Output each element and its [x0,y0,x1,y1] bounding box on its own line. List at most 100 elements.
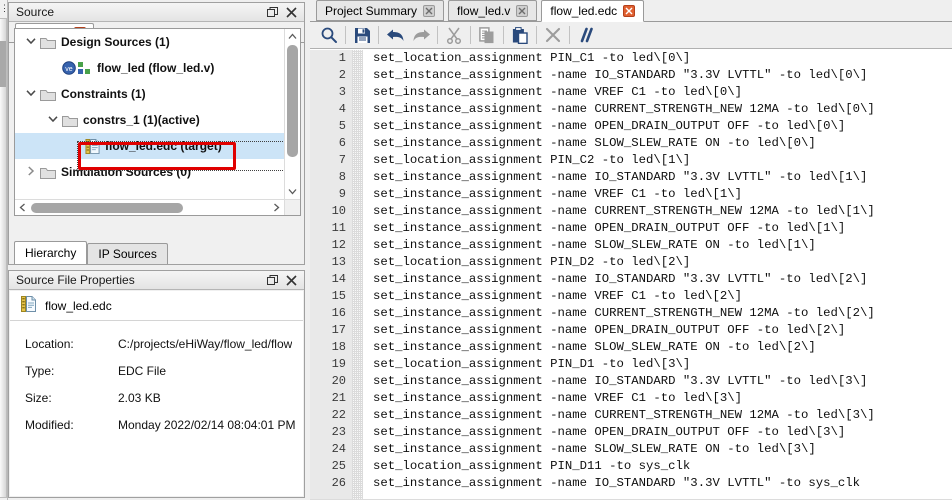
code-text: set_location_assignment PIN_D1 -to led\[… [373,357,691,371]
code-line[interactable]: 23 set_instance_assignment -name OPEN_DRA… [310,424,952,441]
code-line[interactable]: 26 set_instance_assignment -name IO_STAND… [310,475,952,492]
find-icon[interactable] [316,23,342,47]
code-text: set_instance_assignment -name OPEN_DRAIN… [373,323,846,337]
close-icon[interactable] [286,6,297,18]
code-line[interactable]: 6 set_instance_assignment -name SLOW_SLEW… [310,135,952,152]
line-number: 20 [331,374,346,388]
paste-icon[interactable] [507,23,533,47]
tree-item-flow_lededc[interactable]: flow_led.edc (target) [15,133,284,159]
tree-item-flow_led[interactable]: ve flow_led (flow_led.v) [15,55,284,81]
code-line[interactable]: 12 set_instance_assignment -name SLOW_SLE… [310,237,952,254]
copy-icon [474,23,500,47]
sources-panel: Source Sources [8,2,305,265]
line-number: 17 [331,323,346,337]
code-text: set_instance_assignment -name IO_STANDAR… [373,272,868,286]
code-line[interactable]: 11 set_instance_assignment -name OPEN_DRA… [310,220,952,237]
folder-icon [39,36,57,49]
left-scrollbar-thumb[interactable] [0,41,6,87]
property-value[interactable]: Monday 2022/02/14 08:04:01 PM [118,418,295,432]
line-number: 13 [331,255,346,269]
code-line[interactable]: 10 set_instance_assignment -name CURRENT_… [310,203,952,220]
tab-ip-sources[interactable]: IP Sources [87,243,168,264]
float-icon[interactable] [267,274,278,286]
property-key: Type: [25,363,55,378]
properties-file-header: flow_led.edc [10,291,303,321]
editor-tab-flow-led-v[interactable]: flow_led.v [448,0,538,21]
undo-icon[interactable] [382,23,408,47]
code-line[interactable]: 7 set_location_assignment PIN_C2 -to led\… [310,152,952,169]
sources-tree[interactable]: Design Sources (1) ve flow_led (flow_led.v… [14,28,301,216]
editor-tab-close-icon[interactable] [423,4,436,17]
editor-tab-project-summary[interactable]: Project Summary [316,0,445,21]
property-row: Type: EDC File [10,357,303,384]
code-text: set_instance_assignment -name CURRENT_ST… [373,408,875,422]
code-line[interactable]: 2 set_instance_assignment -name IO_STANDA… [310,67,952,84]
editor-tab-close-icon[interactable] [516,4,529,17]
code-line[interactable]: 20 set_instance_assignment -name IO_STAND… [310,373,952,390]
code-text: set_instance_assignment -name SLOW_SLEW_… [373,238,816,252]
properties-body: flow_led.edc Location: C:/projects/eHiWay… [10,291,303,496]
code-text: set_instance_assignment -name VREF C1 -t… [373,187,742,201]
property-value[interactable]: C:/projects/eHiWay/flow_led/flow [118,337,292,351]
code-line[interactable]: 3 set_instance_assignment -name VREF C1 -… [310,84,952,101]
save-icon[interactable] [349,23,375,47]
code-line[interactable]: 16 set_instance_assignment -name CURRENT_… [310,305,952,322]
tab-hierarchy[interactable]: Hierarchy [14,241,88,264]
code-line[interactable]: 19 set_location_assignment PIN_D1 -to led… [310,356,952,373]
scroll-right-icon[interactable] [269,200,284,215]
chevron-right-icon[interactable] [23,165,39,179]
comment-icon[interactable] [573,23,599,47]
code-line[interactable]: 17 set_instance_assignment -name OPEN_DRA… [310,322,952,339]
code-line[interactable]: 1 set_location_assignment PIN_C1 -to led\… [310,50,952,67]
tree-item-constrs_1[interactable]: constrs_1 (1)(active) [15,107,284,133]
chevron-down-icon[interactable] [23,89,39,100]
tree-item-constraints[interactable]: Constraints (1) [15,81,284,107]
left-scrollbar[interactable] [0,18,7,498]
scroll-up-icon[interactable] [285,29,300,44]
folder-icon [61,114,79,127]
toolbar-separator [503,26,504,44]
editor-tab-flow-led-edc[interactable]: flow_led.edc [541,0,645,22]
chevron-down-icon[interactable] [23,37,39,48]
code-line[interactable]: 15 set_instance_assignment -name VREF C1 … [310,288,952,305]
property-value[interactable]: EDC File [118,364,166,378]
tree-item-simulation[interactable]: Simulation Sources (0) [15,159,284,185]
code-line[interactable]: 13 set_location_assignment PIN_D2 -to led… [310,254,952,271]
tab-label: IP Sources [98,247,157,261]
toolbar-separator [470,26,471,44]
property-value[interactable]: 2.03 KB [118,391,161,405]
code-line[interactable]: 25 set_location_assignment PIN_D11 -to sy… [310,458,952,475]
code-line[interactable]: 22 set_instance_assignment -name CURRENT_… [310,407,952,424]
code-line[interactable]: 9 set_instance_assignment -name VREF C1 -… [310,186,952,203]
code-line[interactable]: 8 set_instance_assignment -name IO_STANDA… [310,169,952,186]
tree-item-design[interactable]: Design Sources (1) [15,29,284,55]
scroll-down-icon[interactable] [285,184,300,199]
tree-vertical-scrollbar[interactable] [284,29,300,199]
code-line[interactable]: 18 set_instance_assignment -name SLOW_SLE… [310,339,952,356]
editor-tab-close-icon[interactable] [623,5,636,17]
tree-horizontal-scrollbar[interactable] [15,199,284,215]
code-text: set_instance_assignment -name VREF C1 -t… [373,391,742,405]
source-file-properties-panel: Source File Properties flow_led.edc Loca… [8,270,305,498]
tab-label: Hierarchy [25,246,77,260]
code-line[interactable]: 24 set_instance_assignment -name SLOW_SLE… [310,441,952,458]
property-key: Size: [25,390,52,405]
redo-icon [408,23,434,47]
float-icon[interactable] [267,6,278,18]
code-line[interactable]: 21 set_instance_assignment -name VREF C1 … [310,390,952,407]
svg-text:ve: ve [65,66,73,73]
code-view[interactable]: 1 set_location_assignment PIN_C1 -to led\… [310,50,952,500]
tree-vscroll-thumb[interactable] [287,45,298,157]
toolbar-separator [536,26,537,44]
line-number: 5 [338,119,346,133]
code-line[interactable]: 14 set_instance_assignment -name IO_STAND… [310,271,952,288]
code-line[interactable]: 5 set_instance_assignment -name OPEN_DRAI… [310,118,952,135]
toolbar-separator [437,26,438,44]
code-text: set_instance_assignment -name VREF C1 -t… [373,289,742,303]
scroll-left-icon[interactable] [15,200,30,215]
editor-tab-label: flow_led.edc [550,4,618,18]
close-icon[interactable] [286,274,297,286]
tree-hscroll-thumb[interactable] [31,203,183,213]
code-line[interactable]: 4 set_instance_assignment -name CURRENT_S… [310,101,952,118]
chevron-down-icon[interactable] [45,115,61,126]
